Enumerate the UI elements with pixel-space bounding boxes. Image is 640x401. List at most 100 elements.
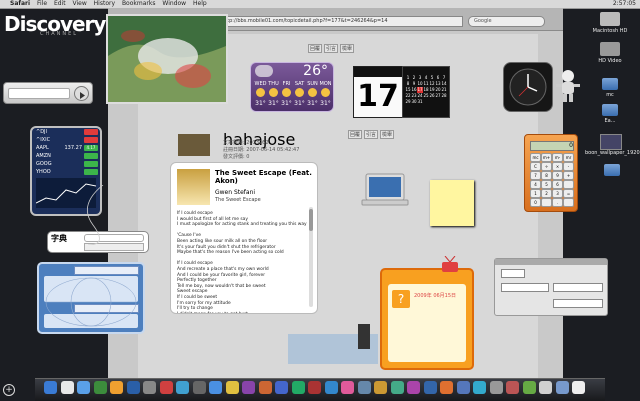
dock-app-icon[interactable] [192, 381, 206, 394]
dock-app-icon[interactable] [357, 381, 371, 394]
reply-button[interactable]: 回覆 [348, 130, 363, 139]
calculator-key[interactable]: mr [563, 153, 574, 162]
lyrics-widget[interactable]: The Sweet Escape (Feat. Akon) Gwen Stefa… [170, 162, 318, 314]
dock-app-icon[interactable] [522, 381, 536, 394]
stock-row[interactable]: ^DJI [32, 128, 100, 136]
dock-app-icon[interactable] [159, 381, 173, 394]
menu-file[interactable]: File [37, 0, 47, 7]
dock-app-icon[interactable] [440, 381, 453, 394]
dock-app-icon[interactable] [374, 381, 387, 394]
dock-app-icon[interactable] [308, 381, 321, 394]
calculator-key[interactable]: C [530, 162, 541, 171]
weather-widget[interactable]: 26° WED THU FRI SAT SUN MON 31° 31° 31° … [250, 62, 334, 112]
dock-app-icon[interactable] [423, 381, 437, 394]
dock-app-icon[interactable] [93, 381, 107, 394]
image-file-icon[interactable] [600, 134, 622, 150]
dock-app-icon[interactable] [110, 381, 123, 394]
address-bar[interactable]: http://bbs.mobile01.com/topicdetail.php?… [218, 16, 463, 27]
drive-icon[interactable] [600, 42, 620, 56]
dock-app-icon[interactable] [324, 381, 338, 394]
currency-converter-widget[interactable] [494, 258, 608, 316]
calculator-key[interactable]: 2 [541, 189, 552, 198]
result-field[interactable] [553, 299, 603, 308]
calculator-key[interactable]: 3 [552, 189, 563, 198]
calculator-key[interactable]: 7 [530, 171, 541, 180]
from-unit-field[interactable] [501, 283, 549, 292]
calculator-key[interactable]: 0 [530, 198, 541, 207]
dock-app-icon[interactable] [390, 381, 404, 394]
desktop-icon-label[interactable]: boon_wallpaper_19201200.jpg [585, 150, 640, 156]
desktop-icon-label[interactable]: mc [585, 92, 635, 98]
stock-row[interactable]: ^IXIC [32, 136, 100, 144]
desktop-icon-label[interactable]: Macintosh HD [585, 28, 635, 34]
calculator-key[interactable]: ÷ [541, 162, 552, 171]
reply-button[interactable]: 回覆 [308, 44, 323, 53]
play-button[interactable] [74, 86, 89, 101]
dock-app-icon[interactable] [456, 381, 470, 394]
dock-app-icon[interactable] [489, 381, 503, 394]
calculator-key[interactable]: . [552, 198, 563, 207]
calendar-date[interactable]: 31 [417, 99, 423, 105]
dock-app-icon[interactable] [143, 381, 156, 394]
calculator-key[interactable]: = [563, 189, 574, 198]
calculator-key[interactable]: 6 [552, 180, 563, 189]
quote-button[interactable]: 引言 [364, 130, 379, 139]
folder-icon[interactable] [602, 104, 618, 116]
sticky-note-widget[interactable] [430, 180, 474, 226]
dock-app-icon[interactable] [209, 381, 222, 394]
itunes-widget[interactable] [3, 82, 93, 104]
calculator-key[interactable]: - [563, 162, 574, 171]
clock-widget[interactable] [503, 62, 553, 112]
dock-app-icon[interactable] [126, 381, 140, 394]
quote-button[interactable]: 引言 [324, 44, 339, 53]
menu-view[interactable]: View [72, 0, 86, 7]
dock-app-icon[interactable] [258, 381, 272, 394]
menu-bookmarks[interactable]: Bookmarks [122, 0, 156, 7]
dock-app-icon[interactable] [60, 381, 74, 394]
calculator-key[interactable]: 4 [530, 180, 541, 189]
calculator-key[interactable]: × [552, 162, 563, 171]
dock-app-icon[interactable] [176, 381, 189, 394]
calculator-key[interactable]: 9 [552, 171, 563, 180]
folder-icon[interactable] [604, 164, 620, 176]
google-search-field[interactable]: Google [468, 16, 545, 27]
lyrics-scroll-thumb[interactable] [309, 209, 313, 231]
dock-app-icon[interactable] [473, 381, 486, 394]
source-language-select[interactable] [74, 266, 139, 275]
calculator-key[interactable]: 8 [541, 171, 552, 180]
stock-row[interactable]: YHOO [32, 168, 100, 176]
calculator-key[interactable]: 5 [541, 180, 552, 189]
menu-history[interactable]: History [94, 0, 115, 7]
folder-icon[interactable] [602, 78, 618, 90]
converter-category-select[interactable] [501, 269, 525, 278]
stock-row[interactable]: AMZN [32, 152, 100, 160]
calculator-widget[interactable]: 0 mc m+ m-mr C ÷ × - 7 8 9 +4 5 6 1 2 3 = 0. [524, 134, 578, 212]
menu-clock[interactable]: 2:57:05 [613, 0, 636, 8]
menu-help[interactable]: Help [193, 0, 207, 7]
dock-app-icon[interactable] [555, 381, 569, 394]
translation-widget[interactable] [37, 262, 145, 334]
menu-edit[interactable]: Edit [54, 0, 66, 7]
dock-app-icon[interactable] [275, 381, 288, 394]
dock-app-icon[interactable] [506, 381, 519, 394]
calendar-month-panel[interactable]: 1 2 3 4 5 6 7 8 9 1011121314 15161718192021 2223242… [402, 66, 450, 118]
calculator-key[interactable] [563, 180, 574, 189]
hard-drive-icon[interactable] [600, 12, 620, 26]
dock-app-icon[interactable] [225, 381, 239, 394]
dock-app-icon[interactable] [242, 381, 255, 394]
calculator-key[interactable]: mc [530, 153, 541, 162]
dock-app-icon[interactable] [407, 381, 420, 394]
calculator-key[interactable]: + [563, 171, 574, 180]
calculator-key[interactable] [541, 198, 552, 207]
add-widget-button[interactable]: + [3, 384, 15, 396]
calendar-day-panel[interactable]: 17 [353, 66, 403, 118]
to-unit-field[interactable] [553, 283, 603, 292]
calculator-key[interactable]: m+ [541, 153, 552, 162]
laptop-icon[interactable] [360, 172, 410, 210]
dock-app-icon[interactable] [539, 381, 552, 394]
astronaut-icon[interactable] [554, 68, 582, 104]
dock-app-icon[interactable] [291, 381, 305, 394]
menu-window[interactable]: Window [162, 0, 186, 7]
dock-app-icon[interactable] [341, 381, 354, 394]
desktop-icon-label[interactable]: HD Video [585, 58, 635, 64]
